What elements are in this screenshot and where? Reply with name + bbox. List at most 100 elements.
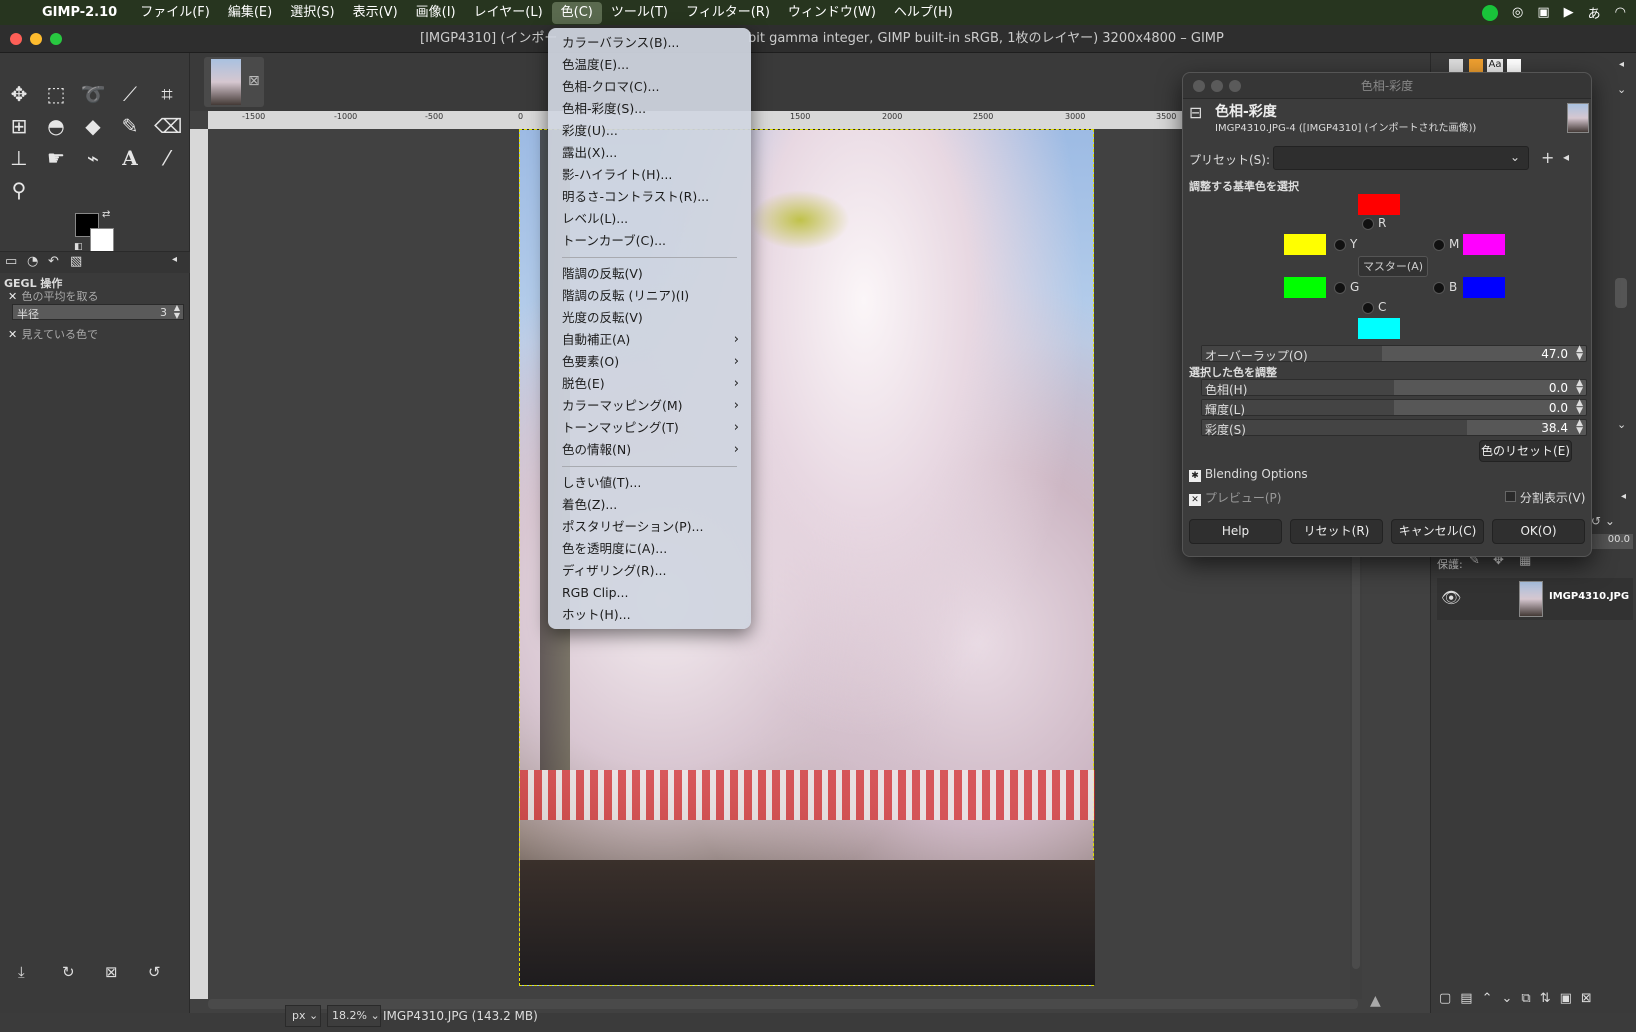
wifi-icon[interactable]: ◠ [1615, 5, 1626, 20]
average-color-option[interactable]: ✕ 色の平均を取る [8, 288, 99, 304]
delete-options-icon[interactable]: ⊠ [105, 963, 118, 981]
smudge-tool-icon[interactable]: ☛ [43, 145, 69, 171]
warp-transform-tool-icon[interactable]: ◓ [43, 113, 69, 139]
magenta-radio[interactable] [1433, 239, 1445, 251]
delete-layer-icon[interactable]: ⊠ [1581, 991, 1592, 1006]
lasso-tool-icon[interactable]: ➰ [80, 81, 106, 107]
dialog-close-icon[interactable] [1193, 80, 1205, 92]
menu-item-exposure[interactable]: 露出(X)... [548, 142, 751, 164]
menu-image[interactable]: 画像(I) [407, 2, 465, 24]
lightness-slider[interactable]: 輝度(L) 0.0 ▲ ▼ [1201, 399, 1587, 417]
menu-colors[interactable]: 色(C) [551, 1, 602, 24]
chevron-down-icon[interactable]: ⌄ [1617, 418, 1626, 431]
menu-item-color-to-alpha[interactable]: 色を透明度に(A)... [548, 538, 751, 560]
lower-layer-icon[interactable]: ⌄ [1502, 991, 1513, 1006]
blue-swatch[interactable] [1463, 277, 1505, 298]
anchor-layer-icon[interactable]: ⇅ [1540, 991, 1551, 1006]
dock-scrollbar-thumb[interactable] [1615, 278, 1627, 308]
add-preset-icon[interactable]: + [1541, 148, 1554, 167]
zoom-select[interactable]: 18.2% ⌄ [327, 1005, 381, 1027]
help-button[interactable]: Help [1189, 519, 1282, 544]
green-swatch[interactable] [1284, 277, 1326, 298]
new-layer-icon[interactable]: ▢ [1439, 991, 1451, 1006]
duplicate-layer-icon[interactable]: ⧉ [1521, 991, 1530, 1006]
saturation-slider[interactable]: 彩度(S) 38.4 ▲ ▼ [1201, 419, 1587, 437]
blending-options-expander[interactable]: ✱ Blending Options [1189, 467, 1308, 482]
checkbox-checked-icon[interactable]: ✕ [1189, 494, 1201, 506]
master-button[interactable]: マスター(A) [1358, 256, 1428, 277]
clone-tool-icon[interactable]: ⊥ [6, 145, 32, 171]
cancel-button[interactable]: キャンセル(C) [1391, 519, 1484, 544]
menu-item-saturation[interactable]: 彩度(U)... [548, 120, 751, 142]
magenta-swatch[interactable] [1463, 234, 1505, 255]
layer-row[interactable]: 👁 IMGP4310.JPG [1437, 578, 1633, 620]
menu-item-dither[interactable]: ディザリング(R)... [548, 560, 751, 582]
menu-item-auto[interactable]: 自動補正(A) › [548, 329, 751, 351]
zoom-window-icon[interactable] [50, 33, 62, 45]
raise-layer-icon[interactable]: ⌃ [1482, 991, 1493, 1006]
spin-arrows-icon[interactable]: ▲ ▼ [1576, 379, 1583, 396]
menu-item-posterize[interactable]: ポスタリゼーション(P)... [548, 516, 751, 538]
dialog-minimize-icon[interactable] [1211, 80, 1223, 92]
paths-tool-icon[interactable]: ⌁ [80, 145, 106, 171]
reset-options-icon[interactable]: ↺ [148, 963, 161, 981]
line-status-icon[interactable] [1482, 4, 1498, 21]
split-view-checkbox[interactable]: 分割表示(V) [1505, 489, 1585, 506]
opacity-spinbox[interactable]: 00.0 [1591, 534, 1633, 549]
new-group-icon[interactable]: ▤ [1460, 991, 1472, 1006]
menu-filters[interactable]: フィルター(R) [677, 2, 779, 24]
yellow-swatch[interactable] [1284, 234, 1326, 255]
dock-menu-icon[interactable]: ◂ [172, 254, 177, 265]
dock-menu-icon[interactable]: ◂ [1621, 491, 1626, 502]
input-method-icon[interactable]: あ [1588, 3, 1601, 22]
pattern-icon[interactable] [1469, 59, 1483, 73]
blue-radio[interactable] [1433, 282, 1445, 294]
checkbox-unchecked-icon[interactable] [1505, 491, 1516, 502]
checkbox-checked-icon[interactable]: ✱ [1189, 470, 1201, 482]
mask-icon[interactable]: ▣ [1560, 991, 1572, 1006]
menu-item-hot[interactable]: ホット(H)... [548, 604, 751, 626]
background-color-swatch[interactable] [90, 228, 114, 252]
radius-spinbox[interactable]: 半径 3 ▲ ▼ [12, 304, 184, 321]
menu-item-shadows-highlights[interactable]: 影-ハイライト(H)... [548, 164, 751, 186]
preview-checkbox[interactable]: ✕ プレビュー(P) [1189, 489, 1281, 506]
eye-visibility-icon[interactable]: 👁 [1441, 588, 1461, 607]
play-icon[interactable]: ▶ [1564, 5, 1574, 20]
s-app-icon[interactable]: ▣ [1537, 5, 1549, 20]
menu-item-value-invert[interactable]: 光度の反転(V) [548, 307, 751, 329]
menu-item-color-temperature[interactable]: 色温度(E)... [548, 54, 751, 76]
menu-item-levels[interactable]: レベル(L)... [548, 208, 751, 230]
zoom-tool-icon[interactable]: ⚲ [6, 177, 32, 203]
menu-item-rgb-clip[interactable]: RGB Clip... [548, 582, 751, 604]
tool-options-tab-icon[interactable]: ▭ [5, 254, 17, 269]
rect-select-tool-icon[interactable]: ⬚ [43, 81, 69, 107]
cyan-swatch[interactable] [1358, 318, 1400, 339]
menu-item-hue-chroma[interactable]: 色相-クロマ(C)... [548, 76, 751, 98]
menu-item-color-balance[interactable]: カラーバランス(B)... [548, 32, 751, 54]
cyan-radio[interactable] [1362, 302, 1374, 314]
creative-cloud-icon[interactable]: ◎ [1512, 5, 1523, 20]
minimize-window-icon[interactable] [30, 33, 42, 45]
red-swatch[interactable] [1358, 194, 1400, 215]
move-tool-icon[interactable]: ✥ [6, 81, 32, 107]
menu-item-info[interactable]: 色の情報(N) › [548, 439, 751, 461]
restore-options-icon[interactable]: ↻ [62, 963, 75, 981]
menu-item-colorize[interactable]: 着色(Z)... [548, 494, 751, 516]
font-icon[interactable]: Aa [1487, 59, 1503, 73]
menu-item-hue-saturation[interactable]: 色相-彩度(S)... [548, 98, 751, 120]
close-window-icon[interactable] [10, 33, 22, 45]
reset-color-button[interactable]: 色のリセット(E) [1479, 440, 1572, 462]
spin-arrows-icon[interactable]: ▲ ▼ [1576, 345, 1583, 362]
bucket-fill-tool-icon[interactable]: ◆ [80, 113, 106, 139]
crop-tool-icon[interactable]: ⌗ [154, 81, 180, 107]
visible-color-option[interactable]: ✕ 見えている色で [8, 326, 98, 342]
spin-arrows-icon[interactable]: ▲ ▼ [1576, 399, 1583, 416]
menu-item-linear-invert[interactable]: 階調の反転 (リニア)(I) [548, 285, 751, 307]
undo-icon[interactable]: ↺ ⌄ [1591, 514, 1615, 528]
reset-button[interactable]: リセット(R) [1290, 519, 1383, 544]
menu-item-components[interactable]: 色要素(O) › [548, 351, 751, 373]
undo-history-tab-icon[interactable]: ↶ [48, 254, 59, 269]
image-tab[interactable]: ⊠ [204, 57, 264, 107]
menu-item-curves[interactable]: トーンカーブ(C)... [548, 230, 751, 252]
unified-transform-tool-icon[interactable]: ⊞ [6, 113, 32, 139]
